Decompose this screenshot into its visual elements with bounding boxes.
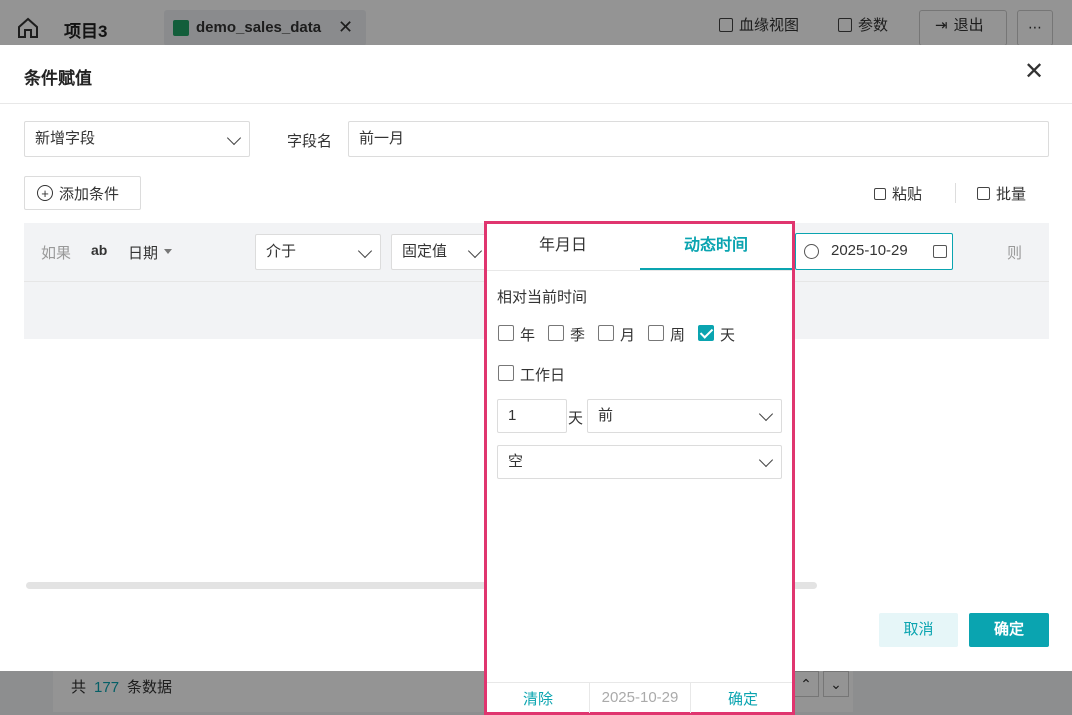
checkbox-year[interactable]: [498, 325, 514, 341]
relative-time-label: 相对当前时间: [497, 289, 588, 306]
batch-label: 批量: [996, 186, 1027, 203]
batch-button[interactable]: 批量: [977, 183, 1026, 204]
direction-value: 前: [598, 407, 614, 424]
cancel-button[interactable]: 取消: [879, 613, 958, 647]
chevron-down-icon: [758, 406, 774, 422]
add-circle-icon: +: [37, 185, 53, 201]
confirm-button[interactable]: 确定: [969, 613, 1049, 647]
add-condition-button[interactable]: + 添加条件: [24, 176, 141, 210]
footer-date: 2025-10-29: [589, 683, 691, 713]
checkbox-year-label: 年: [520, 327, 536, 344]
direction-select[interactable]: 前: [587, 399, 782, 433]
field-type-icon: ab: [91, 242, 108, 258]
operator-value: 介于: [266, 243, 297, 260]
value-type-select[interactable]: 固定值: [391, 234, 491, 270]
paste-button[interactable]: 粘贴: [874, 183, 922, 204]
dialog-title: 条件赋值: [24, 69, 92, 88]
mode-select[interactable]: 新增字段: [24, 121, 250, 157]
mode-select-value: 新增字段: [35, 130, 96, 147]
if-label: 如果: [41, 245, 72, 262]
add-condition-label: 添加条件: [59, 185, 120, 203]
checkbox-workday[interactable]: [498, 365, 514, 381]
popup-confirm-button[interactable]: 确定: [692, 688, 794, 709]
checkbox-week-label: 周: [670, 327, 686, 344]
checkbox-quarter-label: 季: [570, 327, 586, 344]
divider: [0, 103, 1072, 104]
batch-icon: [977, 187, 990, 200]
checkbox-month[interactable]: [598, 325, 614, 341]
checkbox-month-label: 月: [620, 327, 636, 344]
divider: [487, 270, 792, 271]
close-icon[interactable]: ✕: [1024, 60, 1044, 84]
checkbox-day[interactable]: [698, 325, 714, 341]
offset-input[interactable]: 1: [497, 399, 567, 433]
offset-value: 1: [508, 407, 517, 424]
checkbox-workday-label: 工作日: [520, 367, 566, 384]
field-name-input[interactable]: 前一月: [348, 121, 1049, 157]
date-value: 2025-10-29: [831, 242, 908, 259]
tab-date[interactable]: 年月日: [487, 224, 639, 270]
chevron-down-icon: [758, 452, 774, 468]
dynamic-time-popup: 年月日 动态时间 相对当前时间 年 季 月 周 天 工作日 1 天 前 空 清除…: [484, 221, 795, 715]
tab-dynamic-time[interactable]: 动态时间: [640, 224, 792, 270]
boundary-value: 空: [508, 453, 524, 470]
date-value-field[interactable]: 2025-10-29: [795, 233, 953, 270]
field-name-label: 字段名: [287, 133, 333, 150]
operator-select[interactable]: 介于: [255, 234, 381, 270]
then-label: 则: [1007, 245, 1023, 262]
clear-button[interactable]: 清除: [487, 688, 589, 709]
paste-label: 粘贴: [892, 186, 923, 203]
divider: [955, 183, 956, 203]
boundary-select[interactable]: 空: [497, 445, 782, 479]
popup-footer: 清除 2025-10-29 确定: [487, 682, 794, 713]
field-name-value: 前一月: [359, 130, 405, 147]
calendar-icon[interactable]: [933, 245, 947, 258]
checkbox-week[interactable]: [648, 325, 664, 341]
checkbox-day-label: 天: [720, 327, 736, 344]
caret-down-icon[interactable]: [164, 249, 172, 254]
chevron-down-icon: [467, 243, 483, 259]
offset-unit-label: 天: [568, 410, 584, 427]
chevron-down-icon: [226, 130, 242, 146]
checkbox-quarter[interactable]: [548, 325, 564, 341]
paste-icon: [874, 187, 886, 200]
clock-icon: [804, 244, 819, 259]
chevron-down-icon: [357, 243, 373, 259]
condition-field[interactable]: 日期: [128, 242, 158, 263]
value-type-value: 固定值: [402, 243, 448, 260]
